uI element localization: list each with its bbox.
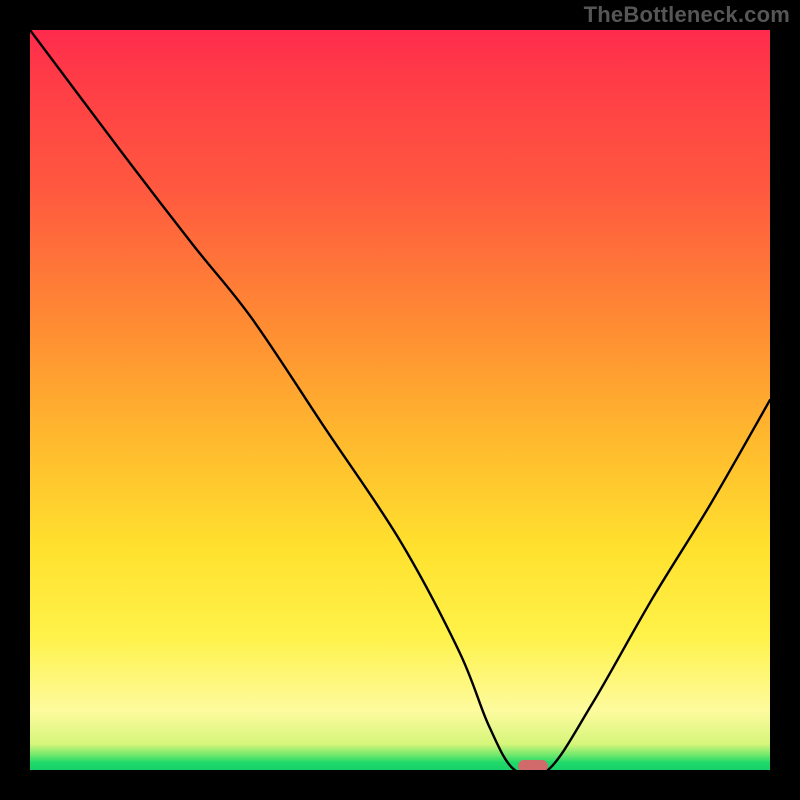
chart-frame: TheBottleneck.com — [0, 0, 800, 800]
watermark-text: TheBottleneck.com — [584, 2, 790, 28]
optimal-marker — [518, 760, 548, 770]
plot-area — [30, 30, 770, 770]
curve-layer — [30, 30, 770, 770]
bottleneck-curve-path — [30, 30, 770, 770]
